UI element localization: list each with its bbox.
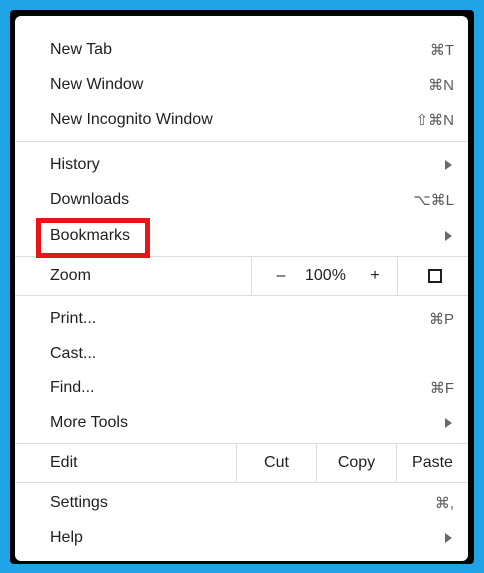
zoom-row: Zoom – 100% + — [15, 257, 468, 295]
chrome-main-menu: New Tab ⌘T New Window ⌘N New Incognito W… — [15, 16, 468, 561]
divider — [15, 295, 468, 296]
submenu-arrow-icon — [445, 159, 452, 170]
menu-item-label: History — [50, 155, 100, 173]
submenu-arrow-icon — [445, 532, 452, 543]
edit-label: Edit — [50, 454, 78, 471]
menu-item-downloads[interactable]: Downloads ⌥⌘L — [15, 182, 468, 217]
menu-item-label: Settings — [50, 493, 108, 511]
shortcut-label: ⇧⌘N — [415, 111, 454, 129]
menu-item-label: Downloads — [50, 190, 130, 208]
zoom-label: Zoom — [50, 267, 91, 284]
menu-item-label: Help — [50, 528, 83, 546]
paste-button[interactable]: Paste — [397, 444, 468, 482]
zoom-out-button[interactable]: – — [271, 257, 291, 295]
menu-item-help[interactable]: Help — [15, 520, 468, 555]
menu-item-label: New Tab — [50, 40, 112, 58]
zoom-in-button[interactable]: + — [365, 257, 385, 295]
menu-item-label: Cast... — [50, 344, 97, 362]
menu-item-label: Print... — [50, 309, 97, 327]
cut-button[interactable]: Cut — [237, 444, 316, 482]
menu-item-settings[interactable]: Settings ⌘, — [15, 485, 468, 520]
menu-item-new-incognito-window[interactable]: New Incognito Window ⇧⌘N — [15, 102, 468, 137]
menu-item-new-window[interactable]: New Window ⌘N — [15, 67, 468, 102]
menu-item-label: Find... — [50, 378, 95, 396]
menu-item-print[interactable]: Print... ⌘P — [15, 301, 468, 336]
divider — [15, 141, 468, 142]
zoom-level: 100% — [305, 267, 346, 284]
shortcut-label: ⌘F — [429, 379, 454, 397]
menu-item-label: More Tools — [50, 413, 128, 431]
copy-button[interactable]: Copy — [317, 444, 396, 482]
shortcut-label: ⌘N — [428, 76, 454, 94]
shortcut-label: ⌘T — [429, 41, 454, 59]
menu-item-new-tab[interactable]: New Tab ⌘T — [15, 32, 468, 67]
menu-item-find[interactable]: Find... ⌘F — [15, 370, 468, 405]
shortcut-label: ⌘, — [434, 494, 454, 512]
divider — [251, 257, 252, 295]
shortcut-label: ⌘P — [428, 310, 454, 328]
shortcut-label: ⌥⌘L — [413, 191, 454, 209]
menu-item-cast[interactable]: Cast... — [15, 336, 468, 371]
fullscreen-icon[interactable] — [428, 269, 442, 283]
menu-item-label: New Incognito Window — [50, 110, 213, 128]
edit-row: Edit Cut Copy Paste — [15, 444, 468, 482]
submenu-arrow-icon — [445, 417, 452, 428]
menu-item-more-tools[interactable]: More Tools — [15, 405, 468, 440]
divider — [397, 257, 398, 295]
menu-item-label: New Window — [50, 75, 144, 93]
menu-item-history[interactable]: History — [15, 147, 468, 182]
bookmarks-highlight-box — [36, 218, 150, 258]
submenu-arrow-icon — [445, 230, 452, 241]
divider — [15, 482, 468, 483]
